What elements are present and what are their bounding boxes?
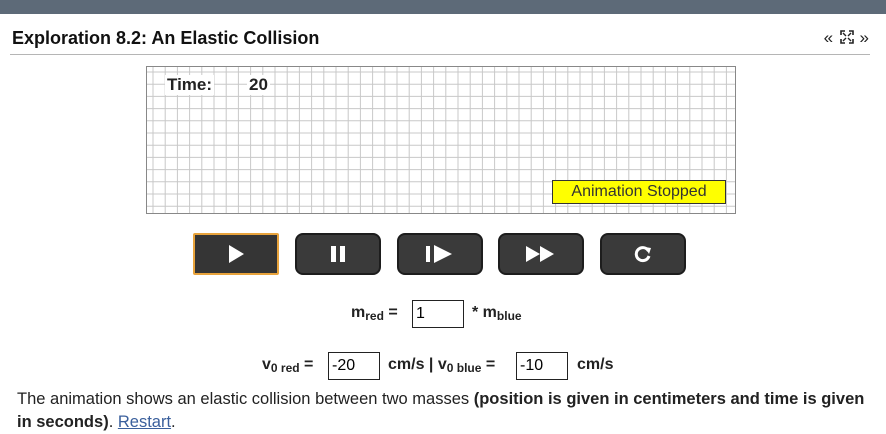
pause-button[interactable] [295, 233, 381, 275]
initial-velocity-row: v0 red = cm/s | v0 blue = cm/s [0, 352, 886, 380]
fullscreen-icon[interactable] [839, 28, 860, 47]
mass-blue-label: * mblue [472, 304, 522, 323]
step-forward-button[interactable] [397, 233, 483, 275]
step-forward-icon [426, 245, 452, 263]
animation-status-badge: Animation Stopped [552, 180, 726, 204]
velocity-blue-input[interactable] [516, 352, 568, 380]
play-button[interactable] [193, 233, 279, 275]
mass-ratio-input[interactable] [412, 300, 464, 328]
mass-ratio-row: mred = * mblue [0, 300, 886, 328]
reset-icon [634, 246, 651, 263]
previous-icon[interactable]: « [824, 28, 834, 47]
fast-forward-button[interactable] [498, 233, 584, 275]
restart-link[interactable]: Restart [118, 413, 171, 431]
next-icon[interactable]: » [860, 28, 870, 47]
description-text: The animation shows an elastic collision… [17, 390, 865, 431]
fast-forward-icon [526, 246, 554, 262]
time-value: 20 [247, 75, 270, 95]
velocity-unit-label: cm/s [577, 356, 614, 373]
velocity-red-input[interactable] [328, 352, 380, 380]
mass-red-label: mred = [351, 304, 398, 323]
page-title: Exploration 8.2: An Elastic Collision [12, 28, 320, 48]
velocity-red-label: v0 red = [262, 356, 314, 375]
top-bar [0, 0, 886, 14]
simulation-canvas[interactable]: Time: 20 Animation Stopped [146, 66, 736, 214]
velocity-blue-label: cm/s | v0 blue = [388, 356, 496, 375]
play-icon [229, 245, 244, 263]
time-label: Time: [165, 75, 215, 95]
exploration-header: Exploration 8.2: An Elastic Collision « … [10, 24, 870, 55]
header-controls: « » [824, 28, 870, 48]
reset-button[interactable] [600, 233, 686, 275]
pause-icon [331, 246, 345, 262]
